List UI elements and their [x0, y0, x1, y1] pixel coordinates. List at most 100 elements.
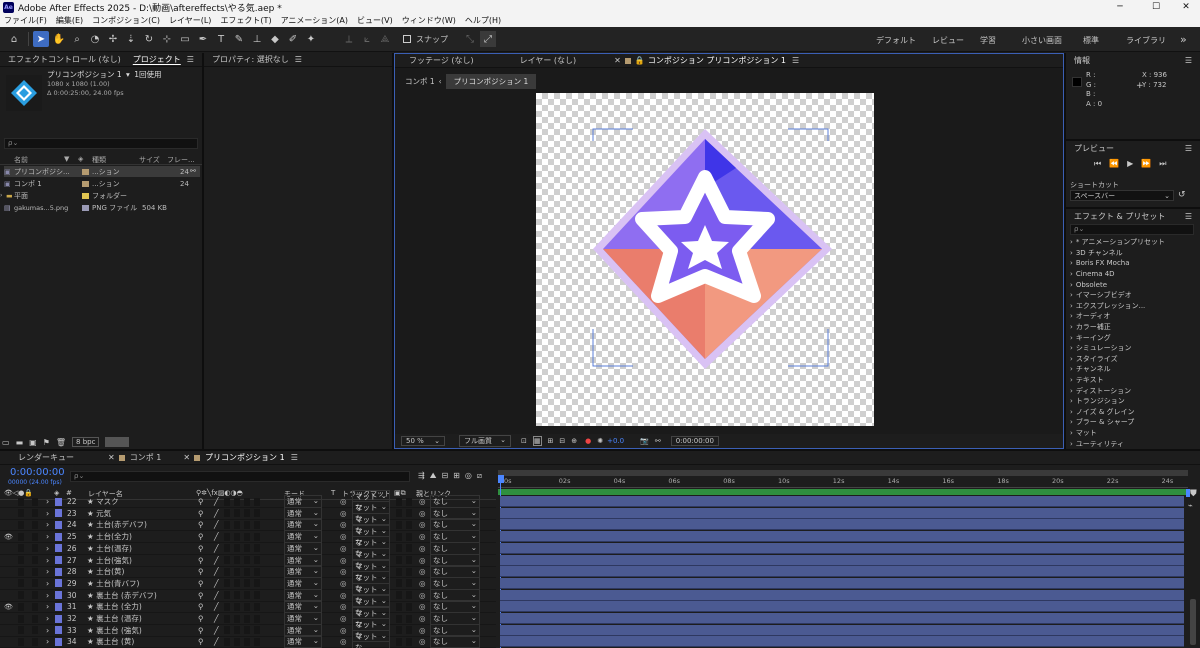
layer-switch[interactable]: [234, 591, 240, 600]
layer-switch[interactable]: [254, 567, 260, 576]
quality-switch-icon[interactable]: ╱: [214, 626, 219, 635]
quality-switch-icon[interactable]: ╱: [214, 497, 219, 506]
layer-switch[interactable]: [234, 567, 240, 576]
mode-dropdown[interactable]: 通常 ⌄: [284, 635, 322, 648]
expand-chevron-icon[interactable]: ›: [46, 509, 49, 518]
label-swatch[interactable]: [55, 637, 62, 646]
expand-chevron-icon[interactable]: ›: [46, 591, 49, 600]
expand-chevron-icon[interactable]: ›: [46, 556, 49, 565]
eye-icon[interactable]: [4, 615, 12, 623]
matte-switch[interactable]: [396, 591, 402, 600]
solo-switch[interactable]: [18, 520, 24, 529]
channel-icon[interactable]: ⊕: [571, 437, 577, 445]
solo-switch[interactable]: [18, 614, 24, 623]
matte-switch[interactable]: [396, 556, 402, 564]
expand-chevron-icon[interactable]: ›: [1070, 312, 1073, 320]
layer-switch[interactable]: [254, 556, 260, 564]
parent-pickwhip-icon[interactable]: ◎: [419, 556, 426, 565]
shy-switch-icon[interactable]: ⚲: [198, 614, 204, 623]
layer-duration-bar[interactable]: [500, 624, 1184, 636]
layer-switch[interactable]: [254, 626, 260, 635]
layer-switch[interactable]: [244, 567, 250, 576]
pan-tool-icon[interactable]: ✢: [105, 31, 121, 47]
layer-switch[interactable]: [244, 556, 250, 564]
label-swatch[interactable]: [55, 614, 62, 623]
matte-switch[interactable]: [396, 602, 402, 611]
dolly-tool-icon[interactable]: ⇣: [123, 31, 139, 47]
color-channel-icon[interactable]: ●: [585, 437, 591, 445]
quality-switch-icon[interactable]: ╱: [214, 579, 219, 588]
menu-edit[interactable]: 編集(E): [56, 15, 83, 26]
last-frame-icon[interactable]: ⏭: [1159, 159, 1166, 169]
axis-local-icon[interactable]: ⟂: [341, 31, 357, 47]
layer-name[interactable]: ★ 土台(青バフ): [87, 578, 139, 589]
matte-switch[interactable]: [396, 532, 402, 541]
expand-chevron-icon[interactable]: ›: [1070, 281, 1073, 289]
maximize-button[interactable]: ☐: [1140, 0, 1172, 14]
lock-switch[interactable]: [32, 614, 38, 623]
layer-duration-bar[interactable]: [500, 613, 1184, 624]
exposure-icon[interactable]: ✺: [597, 437, 603, 445]
layer-switch[interactable]: [254, 497, 260, 506]
shy-switch-icon[interactable]: ⚲: [198, 544, 204, 553]
panel-menu-icon[interactable]: ☰: [1185, 212, 1192, 221]
shy-switch-icon[interactable]: ⚲: [198, 626, 204, 635]
layer-switch[interactable]: [244, 579, 250, 588]
menu-composition[interactable]: コンポジション(C): [92, 15, 160, 26]
layer-switch[interactable]: [224, 544, 230, 553]
eye-icon[interactable]: [4, 498, 12, 506]
quality-switch-icon[interactable]: ╱: [214, 509, 219, 518]
effects-category[interactable]: › スタイライズ: [1070, 354, 1198, 365]
effects-category[interactable]: › カラー補正: [1070, 322, 1198, 333]
layer-duration-bar[interactable]: [500, 531, 1184, 543]
layer-switch[interactable]: [234, 637, 240, 646]
rotate-tool-icon[interactable]: ↻: [141, 31, 157, 47]
solo-switch[interactable]: [18, 544, 24, 553]
matte-switch[interactable]: [396, 509, 402, 518]
expand-chevron-icon[interactable]: ›: [1070, 376, 1073, 384]
work-area-range[interactable]: [498, 489, 1188, 495]
matte-switch[interactable]: [406, 556, 412, 564]
expand-chevron-icon[interactable]: ›: [1070, 418, 1073, 426]
effects-category[interactable]: › ユーティリティ: [1070, 438, 1198, 449]
zoom-dropdown[interactable]: 50 % ⌄: [401, 436, 445, 446]
eye-icon[interactable]: [4, 509, 12, 517]
label-swatch[interactable]: [55, 602, 62, 611]
shy-switch-icon[interactable]: ⚲: [198, 567, 204, 576]
tab-layer[interactable]: レイヤー (なし): [520, 55, 577, 66]
timeline-scrollbar[interactable]: [1190, 599, 1196, 645]
effects-category[interactable]: › トランジション: [1070, 396, 1198, 407]
matte-switch[interactable]: [396, 520, 402, 529]
layer-name[interactable]: ★ 裏土台 (黄): [87, 636, 134, 647]
layer-switch[interactable]: [224, 579, 230, 588]
shy-switch-icon[interactable]: ⚲: [198, 520, 204, 529]
new-folder-icon[interactable]: ▬: [16, 438, 24, 447]
menu-window[interactable]: ウィンドウ(W): [402, 15, 456, 26]
layer-switch[interactable]: [224, 614, 230, 623]
expand-chevron-icon[interactable]: ›: [1070, 249, 1073, 257]
expand-chevron-icon[interactable]: ›: [1070, 270, 1073, 278]
tab-footage[interactable]: フッテージ (なし): [409, 55, 474, 66]
track-matte-pickwhip-icon[interactable]: ◎: [340, 567, 347, 576]
column-name[interactable]: 名前: [14, 155, 28, 165]
matte-switch[interactable]: [406, 509, 412, 518]
track-matte-pickwhip-icon[interactable]: ◎: [340, 497, 347, 506]
label-swatch[interactable]: [55, 509, 62, 518]
lock-switch[interactable]: [32, 626, 38, 635]
layer-name[interactable]: ★ 土台(赤デバフ): [87, 519, 147, 530]
layer-switch[interactable]: [244, 544, 250, 553]
time-ruler[interactable]: 0s 02s 04s 06s 08s 10s 12s 14s 16s 18s 20s 22s 24s: [498, 476, 1188, 488]
tab-comp1[interactable]: コンポ 1: [130, 452, 162, 463]
matte-switch[interactable]: [406, 544, 412, 553]
eye-icon[interactable]: [4, 556, 12, 564]
effects-category[interactable]: › Boris FX Mocha: [1070, 258, 1198, 269]
layer-switch[interactable]: [244, 497, 250, 506]
snap-feature-icon[interactable]: ⤢: [480, 31, 496, 47]
workspace-default[interactable]: デフォルト: [876, 35, 916, 46]
matte-switch[interactable]: [406, 637, 412, 646]
adjust-icon[interactable]: ⚑: [43, 438, 50, 447]
matte-switch[interactable]: [396, 614, 402, 623]
solo-switch[interactable]: [18, 637, 24, 646]
layer-switch[interactable]: [234, 520, 240, 529]
menu-view[interactable]: ビュー(V): [357, 15, 393, 26]
